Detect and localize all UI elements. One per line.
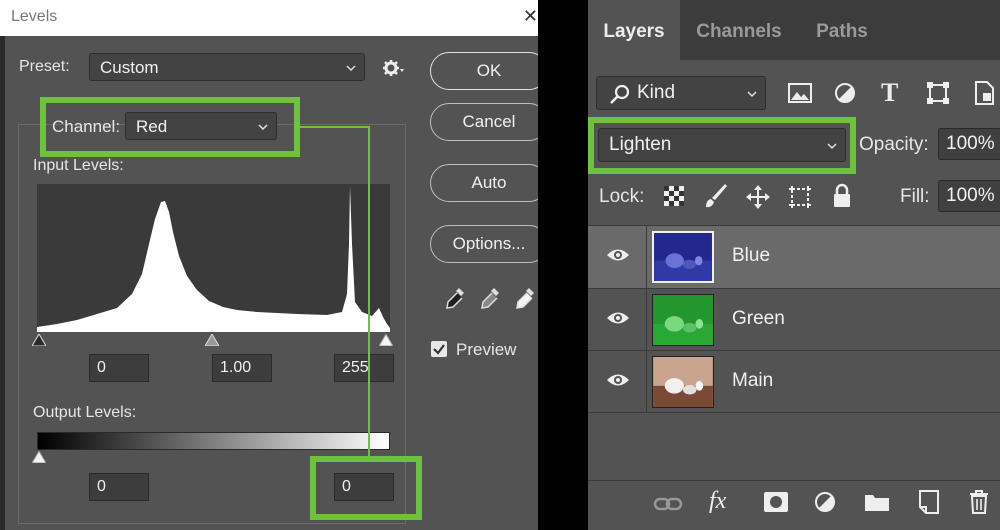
black-eyedropper-icon[interactable] xyxy=(444,286,466,314)
smart-object-filter-icon[interactable] xyxy=(974,81,994,105)
folder-icon[interactable] xyxy=(864,492,890,512)
panel-tab-bar: Layers Channels Paths xyxy=(588,0,1000,60)
visibility-eye-icon[interactable] xyxy=(606,371,630,389)
blend-mode-highlight xyxy=(588,117,856,174)
filter-kind-value: Kind xyxy=(637,82,676,103)
preset-value: Custom xyxy=(100,58,159,77)
layer-thumbnail xyxy=(652,356,714,408)
layer-thumbnail xyxy=(652,231,714,283)
auto-button[interactable]: Auto xyxy=(430,164,538,202)
opacity-label: Opacity: xyxy=(859,134,929,155)
lock-image-pixels-icon[interactable] xyxy=(704,183,728,209)
link-icon[interactable] xyxy=(654,496,682,512)
fill-label: Fill: xyxy=(900,186,930,207)
output-white-highlight xyxy=(310,456,422,520)
thumbnail-image xyxy=(653,295,713,345)
eye-column-divider xyxy=(646,226,647,412)
preview-label: Preview xyxy=(456,340,517,359)
histogram xyxy=(37,184,390,332)
white-eyedropper-icon[interactable] xyxy=(514,286,536,314)
fill-field[interactable]: 100% xyxy=(938,180,1000,212)
preset-label: Preset: xyxy=(19,58,70,75)
input-gamma-field[interactable]: 1.00 xyxy=(212,354,272,382)
layer-name: Main xyxy=(732,370,774,391)
type-filter-icon[interactable]: T xyxy=(881,78,898,108)
tab-paths[interactable]: Paths xyxy=(798,0,886,60)
search-icon xyxy=(610,84,630,104)
opacity-field[interactable]: 100% xyxy=(938,128,1000,160)
input-white-field[interactable]: 255 xyxy=(334,354,394,382)
title-bar: Levels ✕ xyxy=(0,0,538,36)
close-icon[interactable]: ✕ xyxy=(523,6,538,27)
connector-line-vertical xyxy=(368,126,370,458)
gray-eyedropper-icon[interactable] xyxy=(479,286,501,314)
input-white-slider[interactable] xyxy=(379,334,393,346)
divider xyxy=(588,412,1000,413)
layer-row-green[interactable]: Green xyxy=(588,289,1000,351)
thumbnail-image xyxy=(654,233,712,281)
image-filter-icon[interactable] xyxy=(788,82,812,104)
shape-filter-icon[interactable] xyxy=(926,82,950,104)
adjustment-filter-icon[interactable] xyxy=(834,82,856,104)
output-levels-label: Output Levels: xyxy=(33,404,137,421)
gear-icon[interactable] xyxy=(381,58,405,78)
preset-select[interactable]: Custom xyxy=(89,53,365,81)
visibility-eye-icon[interactable] xyxy=(606,309,630,327)
layer-name: Green xyxy=(732,308,785,329)
output-black-slider[interactable] xyxy=(32,451,46,463)
new-layer-icon[interactable] xyxy=(918,490,940,514)
layer-row-blue[interactable]: Blue xyxy=(588,226,1000,288)
layer-thumbnail xyxy=(652,294,714,346)
layer-row-main[interactable]: Main xyxy=(588,351,1000,413)
thumbnail-image xyxy=(653,357,713,407)
input-gamma-slider[interactable] xyxy=(205,334,219,346)
filter-kind-select[interactable]: Kind xyxy=(596,76,766,110)
output-black-field[interactable]: 0 xyxy=(89,473,149,501)
fx-icon[interactable]: fx xyxy=(709,488,726,515)
mask-icon[interactable] xyxy=(763,491,789,513)
chevron-down-icon xyxy=(346,65,356,71)
adjustment-icon[interactable] xyxy=(814,491,836,513)
levels-dialog: Levels ✕ Preset: Custom Channel: Red Inp… xyxy=(0,0,538,530)
layers-panel: Layers Channels Paths Kind T Lighten Opa… xyxy=(588,0,1000,530)
trash-icon[interactable] xyxy=(968,490,990,514)
connector-line-horizontal xyxy=(300,126,370,128)
input-black-slider[interactable] xyxy=(32,334,46,346)
options-button[interactable]: Options... xyxy=(430,225,538,263)
chevron-down-icon xyxy=(747,91,757,97)
histogram-graph xyxy=(37,186,390,332)
lock-all-icon[interactable] xyxy=(832,183,852,209)
lock-position-icon[interactable] xyxy=(745,184,771,210)
channel-highlight xyxy=(40,97,300,157)
layer-name: Blue xyxy=(732,245,771,266)
tab-channels[interactable]: Channels xyxy=(682,0,796,60)
tab-layers[interactable]: Layers xyxy=(588,0,680,60)
input-levels-label: Input Levels: xyxy=(33,157,124,174)
visibility-eye-icon[interactable] xyxy=(606,246,630,264)
lock-label: Lock: xyxy=(599,186,645,207)
lock-artboard-icon[interactable] xyxy=(787,184,813,210)
lock-transparent-pixels-icon[interactable] xyxy=(664,186,684,206)
input-black-field[interactable]: 0 xyxy=(89,354,149,382)
checkmark-icon xyxy=(433,344,445,355)
dialog-title: Levels xyxy=(11,8,58,25)
output-gradient xyxy=(37,432,390,450)
ok-button[interactable]: OK xyxy=(430,52,538,90)
cancel-button[interactable]: Cancel xyxy=(430,103,538,141)
preview-checkbox[interactable] xyxy=(431,341,447,357)
